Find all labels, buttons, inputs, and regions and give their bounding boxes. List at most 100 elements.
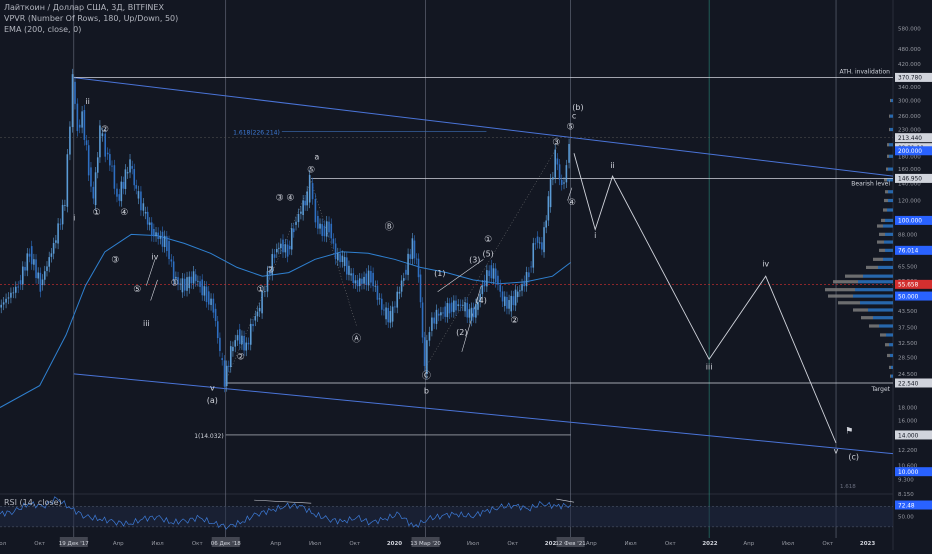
wave-label: ii bbox=[85, 97, 89, 106]
price-tick-label: 12.200 bbox=[898, 448, 918, 454]
candle-body bbox=[423, 337, 426, 366]
candle-body bbox=[78, 124, 81, 128]
badge-76: 76.014 bbox=[898, 249, 919, 255]
wave-label: ③ bbox=[276, 194, 284, 204]
badge-bearish: 146.950 bbox=[898, 177, 922, 183]
candle-body bbox=[556, 158, 559, 165]
candle-body bbox=[282, 239, 284, 253]
x-tick-label: 12 Фев '21 bbox=[555, 541, 585, 547]
candle-body bbox=[109, 154, 111, 166]
vpvr-up-bar bbox=[886, 333, 893, 337]
x-tick-label: Апр bbox=[743, 541, 754, 547]
candle-body bbox=[249, 323, 252, 345]
candle-body bbox=[394, 306, 396, 308]
candle-body bbox=[223, 360, 226, 387]
wave-label: b bbox=[424, 386, 429, 395]
candle-body bbox=[219, 337, 221, 352]
price-chart[interactable]: ATH. invalidation Bearish level Target 1(14… bbox=[0, 0, 932, 550]
wave-label: (5) bbox=[482, 249, 493, 258]
candle-body bbox=[516, 291, 519, 298]
wave-label: (2) bbox=[456, 328, 467, 337]
wave-label: i bbox=[73, 213, 75, 222]
candle-body bbox=[69, 126, 71, 155]
candle-body bbox=[370, 271, 372, 283]
candle-body bbox=[302, 200, 304, 216]
symbol-title[interactable]: Лайткоин / Доллар США, 3Д, BITFINEX bbox=[4, 3, 164, 13]
candle-body bbox=[314, 198, 317, 223]
candle-body bbox=[457, 304, 460, 306]
candle-body bbox=[552, 177, 554, 180]
candle-body bbox=[232, 346, 234, 352]
candle-body bbox=[549, 179, 552, 208]
candle-body bbox=[325, 221, 328, 237]
candle-body bbox=[21, 266, 24, 285]
candle-body bbox=[374, 285, 377, 287]
candle-body bbox=[304, 200, 306, 206]
candle-body bbox=[488, 270, 490, 277]
candle-body bbox=[345, 257, 348, 275]
candle-body bbox=[343, 257, 346, 267]
candle-body bbox=[50, 253, 53, 257]
candle-body bbox=[380, 298, 383, 310]
vpvr-indicator-label[interactable]: VPVR (Number Of Rows, 180, Up/Down, 50) bbox=[4, 14, 178, 24]
wave-label: (c) bbox=[848, 452, 859, 461]
candle-body bbox=[466, 302, 469, 318]
wave-label: ii bbox=[610, 161, 614, 170]
candle-body bbox=[541, 242, 543, 250]
candle-body bbox=[501, 291, 504, 302]
candle-body bbox=[96, 157, 99, 173]
vpvr-down-bar bbox=[880, 333, 886, 337]
candle-body bbox=[499, 284, 502, 292]
candle-body bbox=[486, 270, 488, 287]
badge-ath: 370.780 bbox=[898, 76, 922, 82]
candles bbox=[0, 68, 570, 393]
x-tick-label: 06 Дек '18 bbox=[211, 541, 242, 547]
candle-body bbox=[492, 268, 495, 279]
vpvr-up-bar bbox=[860, 301, 893, 305]
candle-body bbox=[532, 243, 535, 268]
candle-body bbox=[490, 265, 493, 279]
candle-body bbox=[37, 272, 39, 279]
vpvr-up-bar bbox=[888, 198, 893, 203]
ema-indicator-label[interactable]: EMA (200, close, 0) bbox=[4, 25, 81, 35]
vpvr-up-bar bbox=[883, 224, 893, 228]
wave-label: v bbox=[210, 384, 215, 393]
candle-body bbox=[330, 223, 333, 239]
price-axis[interactable]: 580.000 480.000 420.000 370.780 340.000 300.0… bbox=[895, 27, 932, 498]
time-axis[interactable]: Июл Окт 19 Дек '17 Апр Июл Окт 06 Дек '18 Апр Ию… bbox=[0, 537, 875, 547]
candle-body bbox=[450, 302, 453, 312]
wave-label: ② bbox=[237, 352, 245, 362]
vpvr-up-bar bbox=[888, 190, 893, 194]
candle-body bbox=[319, 223, 321, 229]
candle-body bbox=[341, 255, 344, 262]
price-tick-label: 24.500 bbox=[898, 372, 918, 378]
vpvr-down-bar bbox=[885, 190, 888, 194]
candle-body bbox=[464, 302, 466, 312]
candle-body bbox=[508, 300, 510, 309]
vpvr-down-bar bbox=[873, 257, 883, 261]
candle-body bbox=[323, 225, 326, 237]
candle-body bbox=[468, 309, 471, 318]
price-tick-label: 260.000 bbox=[898, 114, 921, 120]
candle-body bbox=[321, 224, 323, 236]
candle-body bbox=[201, 279, 204, 296]
vpvr-down-bar bbox=[889, 114, 890, 118]
candle-body bbox=[238, 329, 241, 345]
candle-body bbox=[74, 81, 76, 104]
candle-body bbox=[170, 259, 173, 262]
candle-body bbox=[190, 276, 193, 284]
candle-body bbox=[483, 280, 486, 287]
candle-body bbox=[284, 244, 287, 253]
rsi-indicator-label[interactable]: RSI (14, close) bbox=[4, 498, 62, 508]
candle-body bbox=[131, 166, 134, 169]
candle-body bbox=[161, 231, 164, 247]
wave-label: (1) bbox=[434, 269, 445, 278]
candle-body bbox=[104, 133, 107, 157]
vpvr-down-bar bbox=[825, 288, 855, 292]
candle-body bbox=[234, 340, 237, 347]
badge-current-price: 213.440 bbox=[898, 136, 922, 142]
candle-body bbox=[120, 181, 123, 202]
candle-body bbox=[356, 280, 359, 287]
candle-body bbox=[433, 317, 435, 324]
price-tick-label: 9.300 bbox=[898, 478, 914, 484]
